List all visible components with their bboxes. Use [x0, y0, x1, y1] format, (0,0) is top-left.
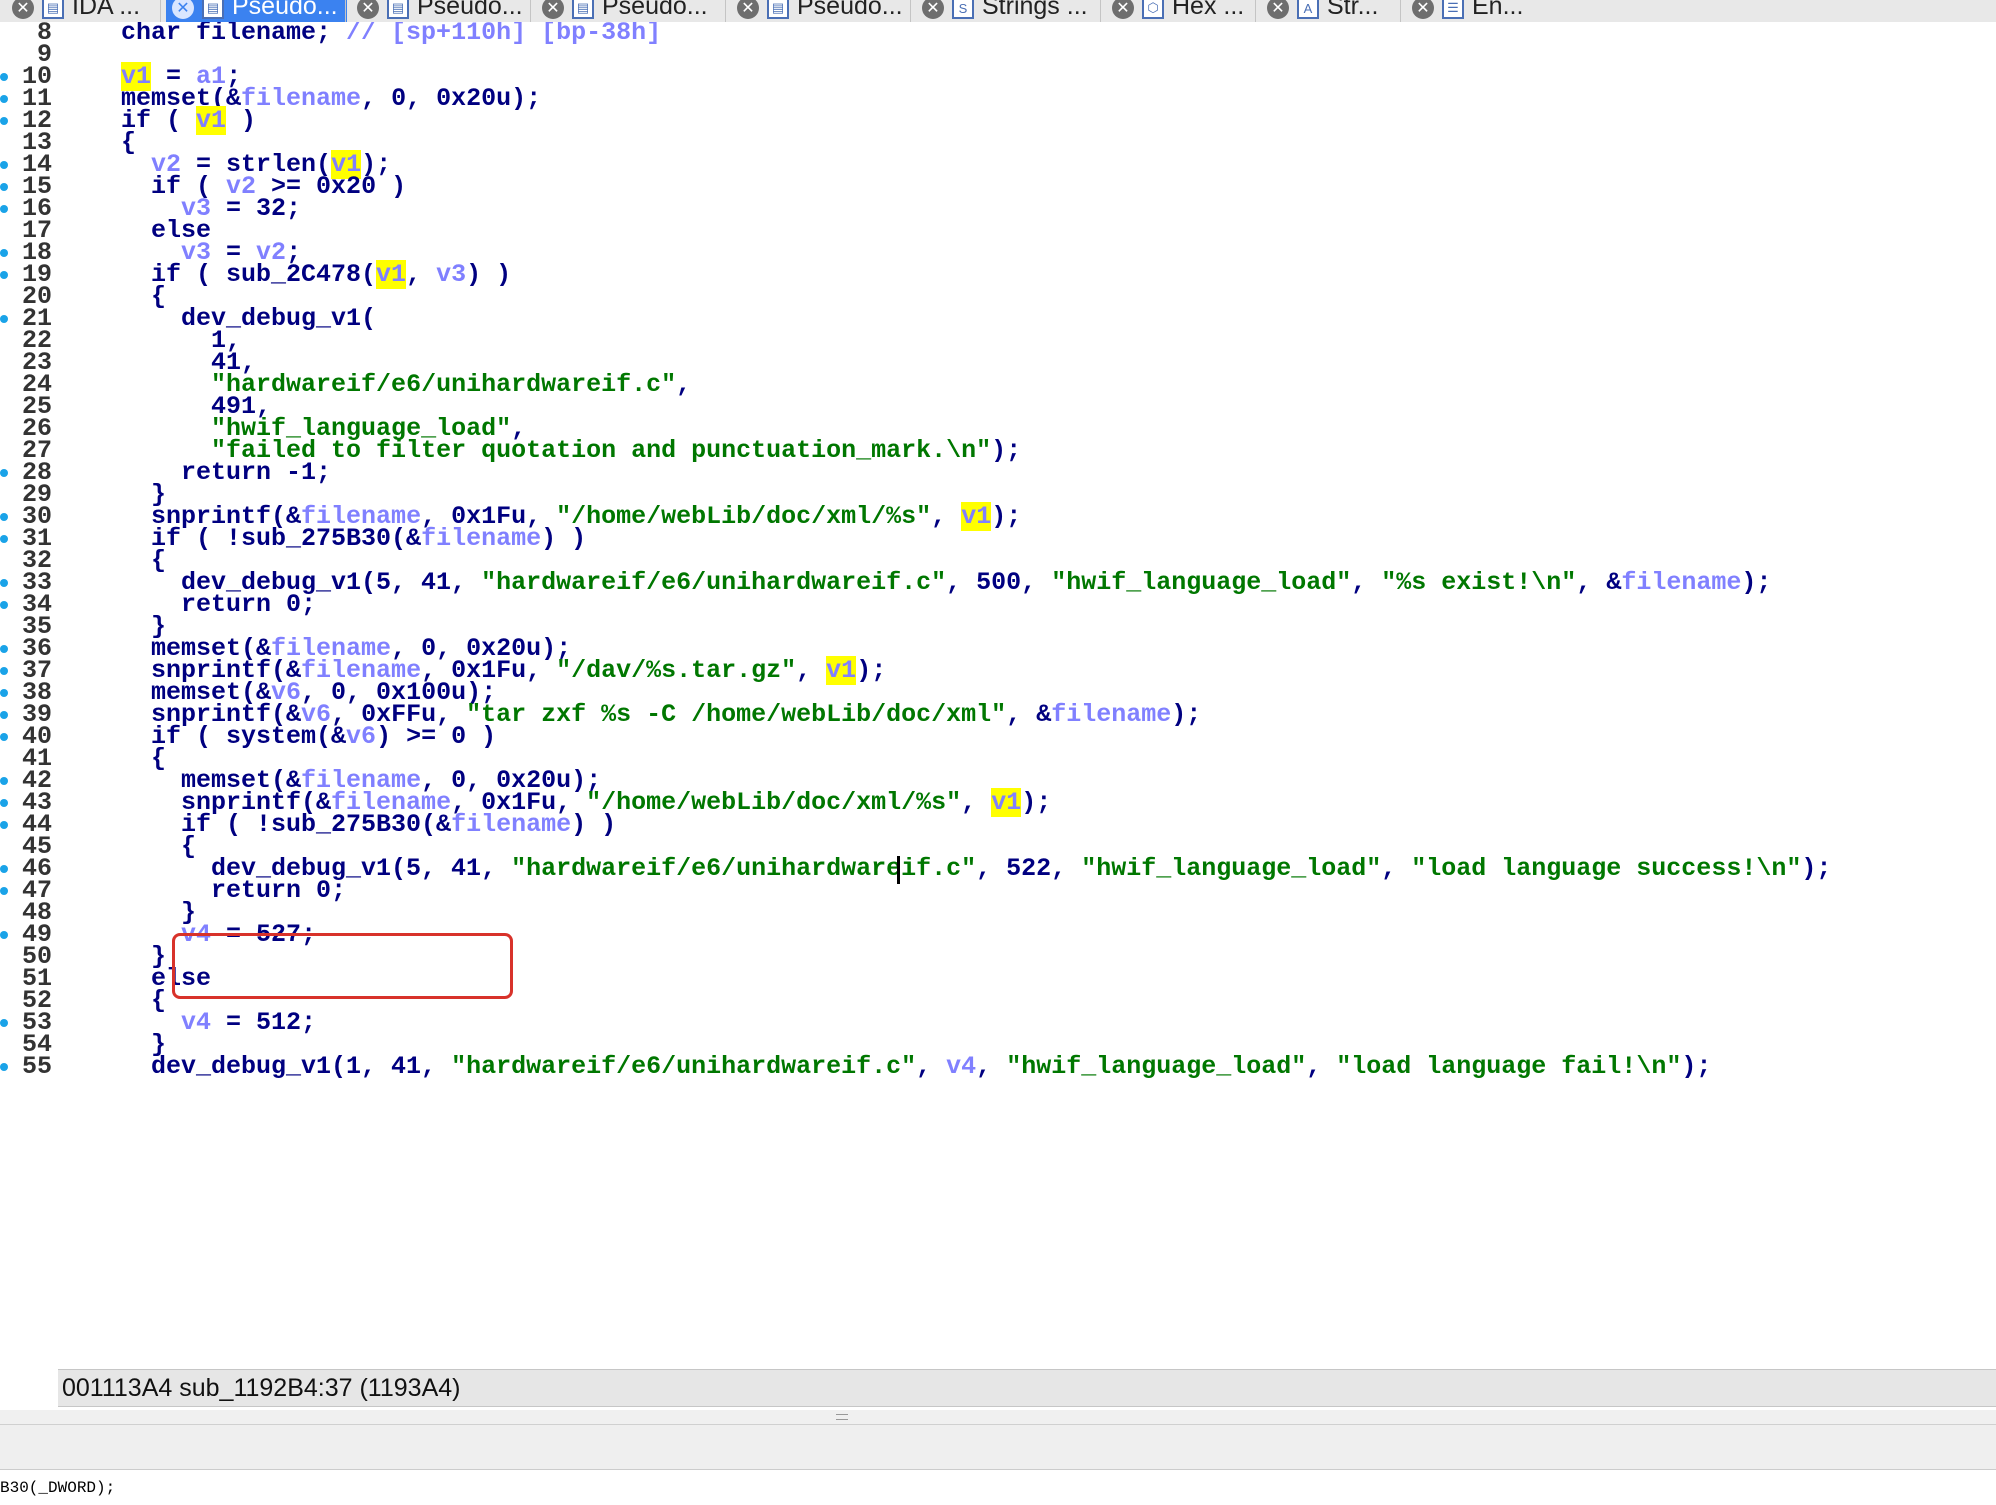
- code-token[interactable]: v4: [946, 1052, 976, 1081]
- line-number: 55: [21, 1052, 52, 1081]
- ida-view-icon: ▤: [42, 0, 64, 19]
- code-token: "hwif_language_load": [1006, 1052, 1307, 1081]
- breakpoint-dot-icon[interactable]: [0, 271, 8, 279]
- tab-7[interactable]: ✕ ⬡ Hex ...: [1106, 0, 1257, 22]
- tab-separator: [160, 0, 161, 22]
- close-icon[interactable]: ✕: [357, 0, 379, 19]
- breakpoint-dot-icon[interactable]: [0, 579, 8, 587]
- tab-separator: [725, 0, 726, 22]
- tab-4[interactable]: ✕ ▤ Pseudo...: [536, 0, 727, 22]
- hex-view-icon: ⬡: [1142, 0, 1164, 19]
- breakpoint-dot-icon[interactable]: [0, 821, 8, 829]
- tab-label: Pseudo...: [232, 0, 338, 20]
- status-address: 001113A4 sub_1192B4:37 (1193A4): [62, 1374, 461, 1402]
- output-line: B30(_DWORD);: [0, 1479, 116, 1497]
- code-text: dev_debug_v1(1, 41, "hardwareif/e6/uniha…: [91, 1053, 1711, 1081]
- code-token: ,: [1306, 1052, 1337, 1081]
- tab-separator: [1400, 0, 1401, 22]
- structures-tab-icon: A: [1297, 0, 1319, 19]
- tab-3[interactable]: ✕ ▤ Pseudo...: [351, 0, 532, 22]
- tab-separator: [1255, 0, 1256, 22]
- breakpoint-dot-icon[interactable]: [0, 865, 8, 873]
- tab-label: Str...: [1327, 0, 1379, 20]
- status-line: 001113A4 sub_1192B4:37 (1193A4): [58, 1369, 1996, 1407]
- tab-label: IDA ...: [72, 0, 141, 20]
- tab-label: En...: [1472, 0, 1524, 20]
- enums-tab-icon: ☰: [1442, 0, 1464, 19]
- lower-pane: [0, 1425, 1996, 1469]
- close-icon[interactable]: ✕: [172, 0, 194, 19]
- pane-splitter[interactable]: [0, 1410, 1996, 1425]
- tab-5[interactable]: ✕ ▤ Pseudo...: [731, 0, 912, 22]
- tab-label: Hex ...: [1172, 0, 1245, 20]
- breakpoint-dot-icon[interactable]: [0, 73, 8, 81]
- close-icon[interactable]: ✕: [1267, 0, 1289, 19]
- code-token: "load language fail!\n": [1336, 1052, 1682, 1081]
- tab-separator: [530, 0, 531, 22]
- tab-2[interactable]: ✕ ▤ Pseudo...: [166, 0, 347, 22]
- breakpoint-dot-icon[interactable]: [0, 689, 8, 697]
- tab-separator: [345, 0, 346, 22]
- strings-tab-icon: S: [952, 0, 974, 19]
- pseudocode-tab-icon: ▤: [767, 0, 789, 19]
- tab-separator: [1100, 0, 1101, 22]
- breakpoint-dot-icon[interactable]: [0, 249, 8, 257]
- breakpoint-dot-icon[interactable]: [0, 205, 8, 213]
- breakpoint-dot-icon[interactable]: [0, 777, 8, 785]
- breakpoint-dot-icon[interactable]: [0, 315, 8, 323]
- tab-label: Pseudo...: [602, 0, 708, 20]
- code-token: ,: [916, 1052, 947, 1081]
- tab-label: Pseudo...: [417, 0, 523, 20]
- code-token: ,: [976, 1052, 1007, 1081]
- tab-8[interactable]: ✕ A Str...: [1261, 0, 1402, 22]
- breakpoint-dot-icon[interactable]: [0, 1019, 8, 1027]
- breakpoint-dot-icon[interactable]: [0, 711, 8, 719]
- close-icon[interactable]: ✕: [737, 0, 759, 19]
- close-icon[interactable]: ✕: [1112, 0, 1134, 19]
- tab-bar: ✕ ▤ IDA ... ✕ ▤ Pseudo... ✕ ▤ Pseudo... ✕ ▤ Pseudo.…: [0, 0, 1996, 23]
- tab-6[interactable]: ✕ S Strings ...: [916, 0, 1102, 22]
- pseudocode-tab-icon: ▤: [387, 0, 409, 19]
- close-icon[interactable]: ✕: [12, 0, 34, 19]
- breakpoint-dot-icon[interactable]: [0, 161, 8, 169]
- breakpoint-dot-icon[interactable]: [0, 95, 8, 103]
- splitter-grip-icon[interactable]: [836, 1414, 848, 1420]
- breakpoint-dot-icon[interactable]: [0, 117, 8, 125]
- annotation-box-system-call: [172, 933, 513, 999]
- code-token: );: [1681, 1052, 1712, 1081]
- pseudocode-tab-icon: ▤: [572, 0, 594, 19]
- breakpoint-dot-icon[interactable]: [0, 183, 8, 191]
- pseudocode-view[interactable]: 8 char filename; // [sp+110h] [bp-38h] 9 1…: [0, 22, 1996, 1369]
- code-token: dev_debug_v1(1, 41,: [91, 1052, 452, 1081]
- tab-label: Strings ...: [982, 0, 1088, 20]
- close-icon[interactable]: ✕: [542, 0, 564, 19]
- breakpoint-dot-icon[interactable]: [0, 645, 8, 653]
- text-cursor: [897, 856, 900, 884]
- tab-1[interactable]: ✕ ▤ IDA ...: [6, 0, 157, 22]
- breakpoint-dot-icon[interactable]: [0, 513, 8, 521]
- breakpoint-dot-icon[interactable]: [0, 887, 8, 895]
- code-line[interactable]: 55 dev_debug_v1(1, 41, "hardwareif/e6/un…: [0, 1053, 1996, 1081]
- breakpoint-dot-icon[interactable]: [0, 1063, 8, 1071]
- breakpoint-dot-icon[interactable]: [0, 469, 8, 477]
- code-token: "hardwareif/e6/unihardwareif.c": [451, 1052, 917, 1081]
- output-window[interactable]: B30(_DWORD);: [0, 1469, 1996, 1505]
- breakpoint-dot-icon[interactable]: [0, 799, 8, 807]
- pseudocode-tab-icon: ▤: [202, 0, 224, 19]
- close-icon[interactable]: ✕: [1412, 0, 1434, 19]
- tab-label: Pseudo...: [797, 0, 903, 20]
- breakpoint-dot-icon[interactable]: [0, 667, 8, 675]
- breakpoint-dot-icon[interactable]: [0, 931, 8, 939]
- breakpoint-dot-icon[interactable]: [0, 535, 8, 543]
- tab-9[interactable]: ✕ ☰ En...: [1406, 0, 1552, 22]
- tab-separator: [910, 0, 911, 22]
- close-icon[interactable]: ✕: [922, 0, 944, 19]
- breakpoint-dot-icon[interactable]: [0, 733, 8, 741]
- breakpoint-dot-icon[interactable]: [0, 601, 8, 609]
